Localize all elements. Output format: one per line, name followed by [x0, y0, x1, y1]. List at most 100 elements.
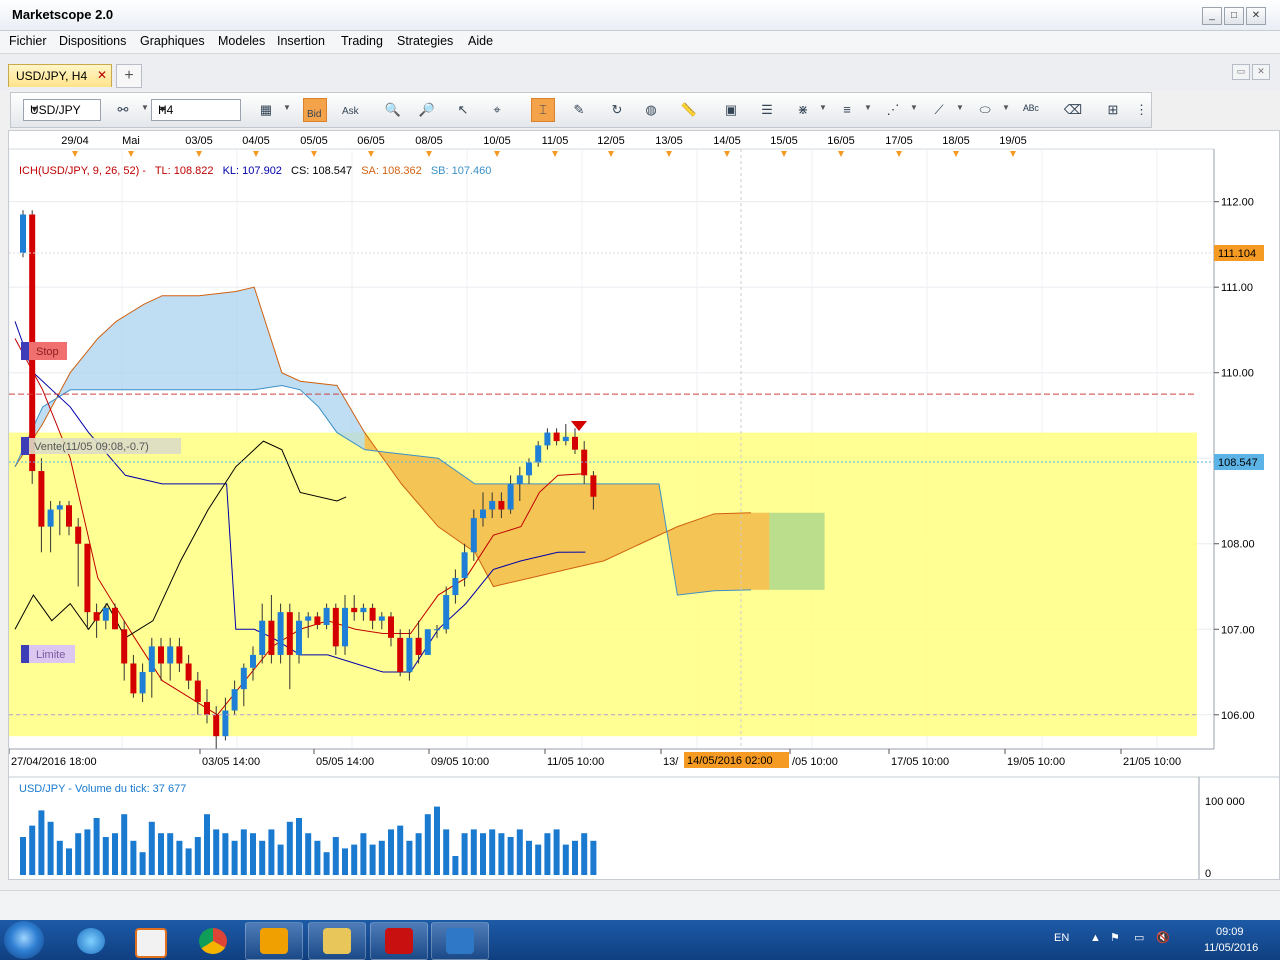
menu-dispositions[interactable]: Dispositions: [59, 34, 126, 48]
ruler-icon[interactable]: 📏: [677, 98, 701, 122]
zoom-in-icon[interactable]: 🔍: [381, 98, 405, 122]
menu-insertion[interactable]: Insertion: [277, 34, 325, 48]
chevron-down-icon[interactable]: ▼: [141, 103, 149, 112]
window-title: Marketscope 2.0: [12, 7, 114, 22]
chevron-down-icon[interactable]: ▼: [864, 103, 872, 112]
stop-handle[interactable]: [21, 342, 29, 360]
volume-bar: [268, 829, 275, 875]
horizontal-lines-icon[interactable]: ≡: [835, 98, 859, 122]
crosshair-icon[interactable]: ⌖: [485, 98, 509, 122]
candle-body: [66, 505, 72, 527]
globe-icon[interactable]: ◍: [639, 98, 663, 122]
cs-value: CS: 108.547: [291, 165, 352, 177]
chart-area[interactable]: 29/04 Mai 03/05 04/05 05/05 06/05 08/05 10/05 11…: [8, 130, 1280, 880]
taskbar-marketscope[interactable]: [431, 922, 489, 960]
language-indicator[interactable]: EN: [1054, 932, 1069, 944]
chevron-down-icon[interactable]: ▼: [910, 103, 918, 112]
top-date-label: 14/05: [713, 135, 741, 147]
timeframe-select[interactable]: H4 ▼: [151, 99, 241, 121]
bid-button[interactable]: Bid: [303, 98, 327, 122]
candle-body: [314, 616, 321, 625]
tray-expand-icon[interactable]: ▲: [1090, 932, 1101, 944]
taskbar-chrome[interactable]: [184, 922, 242, 960]
volume-bar: [167, 833, 174, 875]
fan-tool-icon[interactable]: ⋰: [881, 98, 905, 122]
close-button[interactable]: ✕: [1246, 7, 1266, 25]
network-icon[interactable]: ▭: [1134, 931, 1144, 944]
chevron-down-icon[interactable]: ▼: [283, 103, 291, 112]
volume-bar: [314, 840, 321, 875]
chevron-down-icon[interactable]: ▼: [956, 103, 964, 112]
trendline-icon[interactable]: ⟋: [927, 98, 951, 122]
refresh-icon[interactable]: ↻: [605, 98, 629, 122]
ellipse-icon[interactable]: ⬭: [973, 98, 997, 122]
zoom-out-icon[interactable]: 🔎: [415, 98, 439, 122]
taskbar-acrobat[interactable]: [370, 922, 428, 960]
volume-bar: [415, 833, 422, 875]
candle-body: [176, 646, 183, 664]
tab-usdjpy-h4[interactable]: USD/JPY, H4 ✕: [8, 64, 112, 87]
marketscope-icon: [446, 928, 474, 954]
start-button[interactable]: [4, 921, 44, 959]
ask-button[interactable]: Ask: [339, 98, 363, 122]
limit-handle[interactable]: [21, 645, 29, 663]
instrument-link-icon[interactable]: ⚯: [111, 98, 135, 122]
top-date-label: 08/05: [415, 135, 443, 147]
edit-chart-icon[interactable]: ✎: [567, 98, 591, 122]
volume-mute-icon[interactable]: 🔇: [1156, 931, 1170, 944]
pin-tool-icon[interactable]: ⌶: [531, 98, 555, 122]
toolbar-overflow-icon[interactable]: ⋮: [1135, 98, 1148, 122]
chart-minimize-button[interactable]: ▭: [1232, 64, 1250, 80]
candle-body: [369, 607, 376, 621]
tab-close-icon[interactable]: ✕: [97, 68, 107, 82]
hierarchy-icon[interactable]: ⊞: [1101, 98, 1125, 122]
volume-bar: [240, 829, 247, 875]
top-date-label: 29/04: [61, 135, 89, 147]
top-date-label: 12/05: [597, 135, 625, 147]
cursor-icon[interactable]: ↖: [451, 98, 475, 122]
flag-icon[interactable]: ⚑: [1110, 931, 1120, 944]
taskbar-ie[interactable]: [62, 922, 120, 960]
candle-body: [332, 607, 339, 647]
chart-type-icon[interactable]: ▦: [254, 98, 278, 122]
tab-bar: USD/JPY, H4 ✕ +: [0, 54, 1280, 90]
volume-bar: [56, 840, 63, 875]
menu-fichier[interactable]: Fichier: [9, 34, 47, 48]
chevron-down-icon[interactable]: ▼: [819, 103, 827, 112]
maximize-button[interactable]: □: [1224, 7, 1244, 25]
text-tool-icon[interactable]: ᴬᴮᶜ: [1019, 98, 1043, 122]
menu-strategies[interactable]: Strategies: [397, 34, 453, 48]
window-controls: _ □ ✕: [1202, 7, 1266, 25]
taskbar-outlook[interactable]: [245, 922, 303, 960]
image-icon[interactable]: ▣: [719, 98, 743, 122]
status-strip: [0, 880, 1280, 890]
candle-body: [250, 654, 256, 668]
new-tab-button[interactable]: +: [116, 64, 142, 88]
menu-graphiques[interactable]: Graphiques: [140, 34, 205, 48]
taskbar-explorer[interactable]: [308, 922, 366, 960]
volume-bar: [443, 829, 450, 875]
volume-bar: [148, 821, 155, 875]
candle-body: [38, 471, 45, 527]
volume-bar: [397, 825, 404, 875]
fibonacci-icon[interactable]: ⋇: [791, 98, 815, 122]
eraser-icon[interactable]: ⌫: [1061, 98, 1085, 122]
order-handle[interactable]: [21, 437, 29, 455]
chevron-down-icon[interactable]: ▼: [1002, 103, 1010, 112]
menu-aide[interactable]: Aide: [468, 34, 493, 48]
chart-close-button[interactable]: ✕: [1252, 64, 1270, 80]
volume-bar: [158, 833, 164, 875]
instrument-select[interactable]: USD/JPY ▼: [23, 99, 101, 121]
kl-value: KL: 107.902: [223, 165, 282, 177]
chevron-down-icon: ▼: [30, 104, 39, 114]
volume-bar: [516, 829, 523, 875]
properties-icon[interactable]: ☰: [755, 98, 779, 122]
candle-body: [240, 667, 247, 690]
current-price-text: 108.547: [1218, 457, 1258, 469]
candle-body: [406, 637, 413, 673]
minimize-button[interactable]: _: [1202, 7, 1222, 25]
menu-trading[interactable]: Trading: [341, 34, 383, 48]
taskbar-media[interactable]: [120, 922, 178, 960]
menu-modeles[interactable]: Modeles: [218, 34, 265, 48]
price-chart[interactable]: 29/04 Mai 03/05 04/05 05/05 06/05 08/05 10/05 11…: [8, 131, 1279, 880]
